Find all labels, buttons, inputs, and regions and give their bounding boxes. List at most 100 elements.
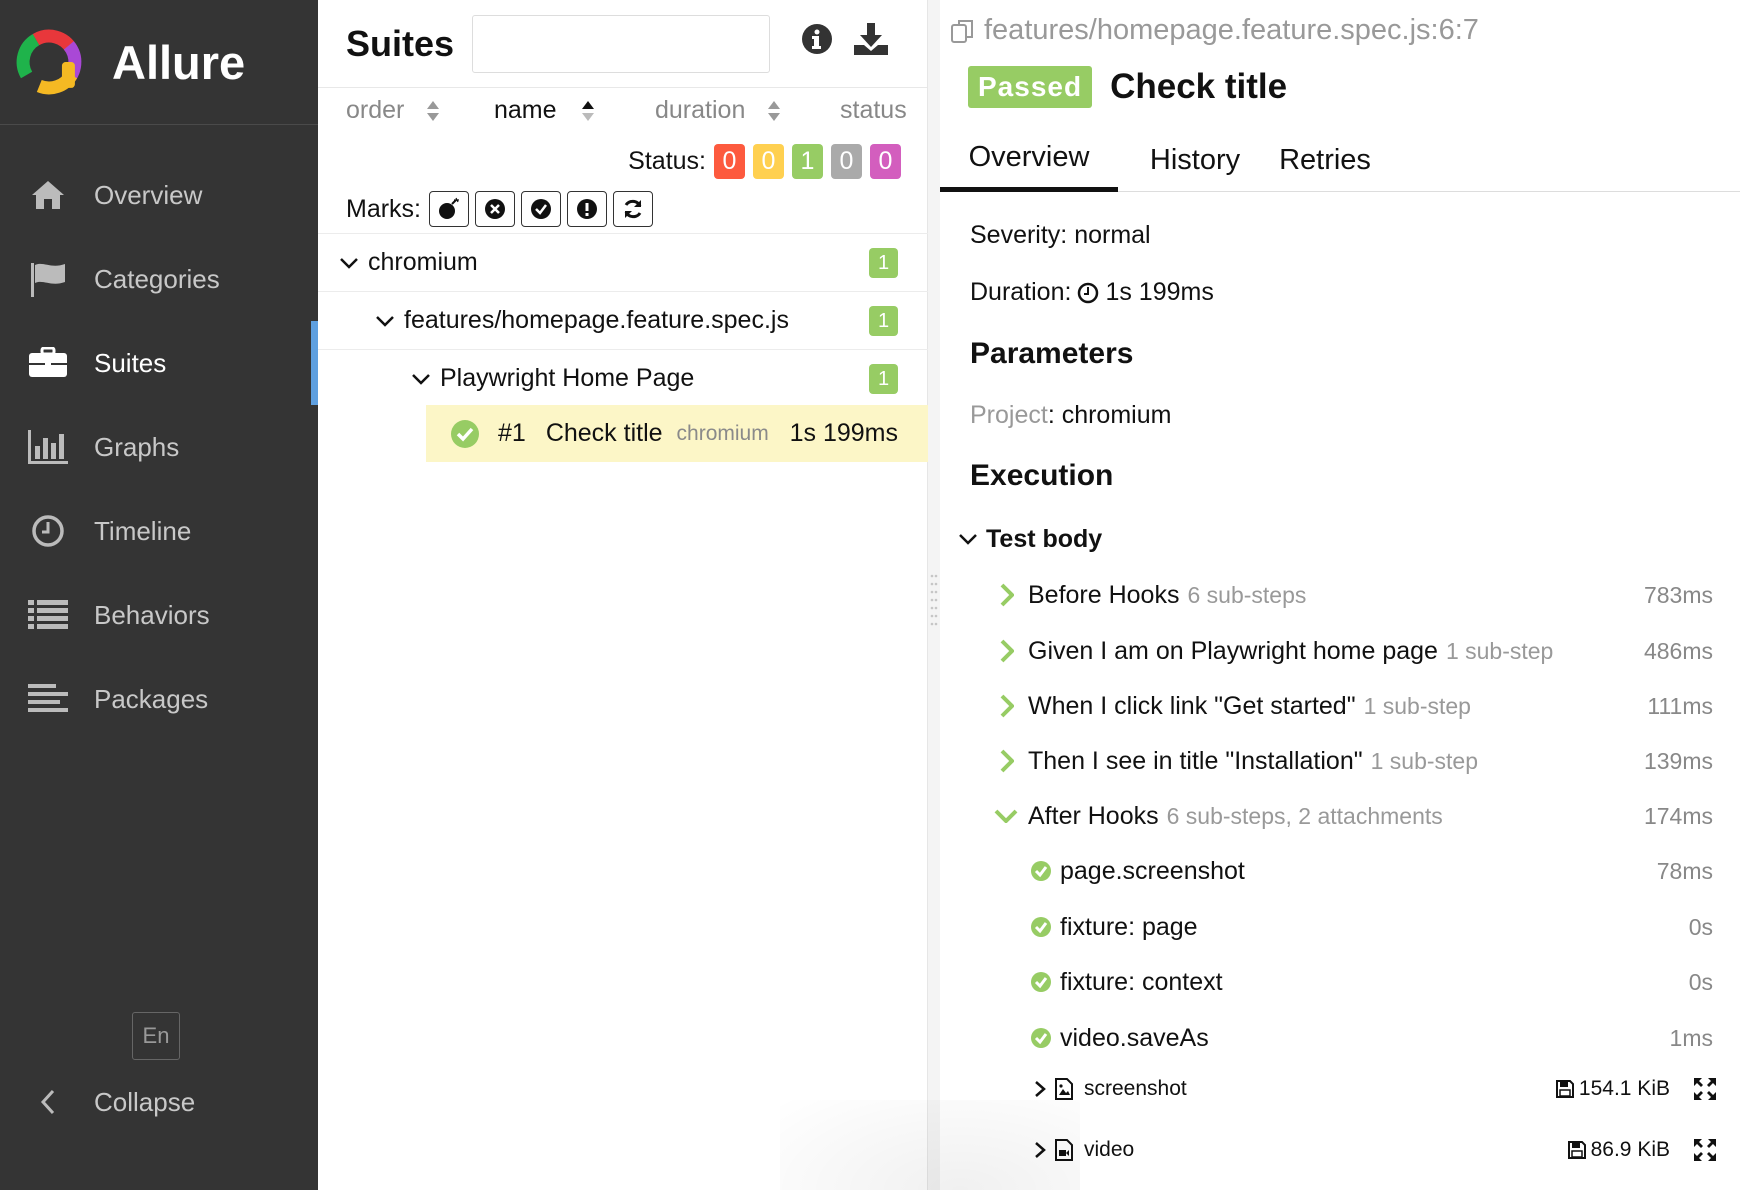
bar-chart-icon (28, 427, 68, 467)
parameter-value: : chromium (1047, 401, 1172, 429)
sidebar-item-timeline[interactable]: Timeline (0, 489, 318, 573)
flag-icon (28, 259, 68, 299)
step-after-hooks[interactable]: After Hooks 6 sub-steps, 2 attachments 1… (940, 794, 1740, 838)
substep-page-screenshot[interactable]: page.screenshot 78ms (940, 849, 1740, 893)
chevron-right-icon (996, 691, 1018, 721)
step-name: Then I see in title "Installation" (1028, 746, 1363, 775)
sidebar-item-categories[interactable]: Categories (0, 237, 318, 321)
sort-status-label: status (840, 96, 907, 124)
sidebar-item-label: Graphs (94, 431, 180, 462)
expand-icon[interactable] (1692, 1137, 1718, 1163)
substep-fixture-page[interactable]: fixture: page 0s (940, 905, 1740, 949)
tab-retries[interactable]: Retries (1266, 128, 1384, 192)
status-failed-toggle[interactable]: 0 (714, 144, 745, 179)
test-case-order: #1 (498, 419, 526, 447)
execution-heading: Execution (970, 459, 1114, 492)
passed-icon (1031, 917, 1051, 937)
list-icon (28, 595, 68, 635)
tree-node-chromium[interactable]: chromium 1 (318, 233, 928, 291)
sort-duration[interactable]: duration (655, 96, 781, 125)
language-button[interactable]: En (132, 1012, 180, 1060)
sidebar-item-packages[interactable]: Packages (0, 657, 318, 741)
status-label: Status: (628, 147, 706, 175)
test-body-toggle[interactable]: Test body (940, 517, 1740, 561)
exclamation-circle-icon[interactable] (567, 191, 607, 227)
status-filter: Status: 0 0 1 0 0 (628, 144, 901, 179)
sort-status[interactable]: status (840, 96, 907, 125)
suites-pane: Suites order name duration status Status… (318, 0, 928, 1190)
attachment-size-value: 86.9 KiB (1590, 1138, 1670, 1161)
tree-node-label: features/homepage.feature.spec.js (404, 306, 789, 334)
test-title-row: Passed Check title (968, 66, 1287, 108)
sort-name[interactable]: name (494, 96, 595, 125)
sidebar-item-behaviors[interactable]: Behaviors (0, 573, 318, 657)
sidebar-item-overview[interactable]: Overview (0, 153, 318, 237)
sidebar-item-label: Behaviors (94, 599, 210, 630)
times-circle-icon[interactable] (475, 191, 515, 227)
tree-node-count: 1 (869, 306, 898, 336)
tree-node-suite[interactable]: Playwright Home Page 1 (318, 349, 928, 407)
test-case-row[interactable]: #1 Check title chromium 1s 199ms (426, 405, 928, 462)
step-before-hooks[interactable]: Before Hooks 6 sub-steps 783ms (940, 573, 1740, 617)
image-file-icon (1055, 1078, 1073, 1100)
test-case-name: Check title (545, 419, 663, 447)
step-name: When I click link "Get started" (1028, 691, 1356, 720)
copy-icon[interactable] (950, 18, 976, 44)
sort-bar: order name duration status (318, 96, 928, 136)
passed-icon (1031, 1028, 1051, 1048)
chevron-right-icon (996, 746, 1018, 776)
chevron-down-icon (372, 308, 398, 334)
check-circle-icon[interactable] (521, 191, 561, 227)
substep-name: fixture: context (1060, 967, 1223, 996)
bomb-icon[interactable] (429, 191, 469, 227)
save-icon (1555, 1080, 1574, 1098)
breadcrumb: features/homepage.feature.spec.js:6:7 (950, 14, 1479, 47)
substep-video-saveas[interactable]: video.saveAs 1ms (940, 1016, 1740, 1060)
test-detail-pane: features/homepage.feature.spec.js:6:7 Pa… (940, 0, 1740, 1190)
step-then[interactable]: Then I see in title "Installation" 1 sub… (940, 739, 1740, 783)
step-name: Before Hooks (1028, 580, 1180, 609)
status-passed-toggle[interactable]: 1 (792, 144, 823, 179)
chevron-right-icon (996, 636, 1018, 666)
chevron-down-icon (994, 801, 1018, 831)
chevron-left-icon (28, 1082, 68, 1122)
sort-name-label: name (494, 96, 557, 124)
status-broken-toggle[interactable]: 0 (753, 144, 784, 179)
collapse-button[interactable]: Collapse (0, 1060, 318, 1144)
refresh-icon[interactable] (613, 191, 653, 227)
sidebar-item-label: Categories (94, 263, 220, 294)
clock-icon (1078, 282, 1099, 303)
sort-order[interactable]: order (346, 96, 440, 125)
search-input[interactable] (472, 14, 771, 73)
parameter-row: Project : chromium (970, 401, 1171, 430)
tab-overview[interactable]: Overview (940, 128, 1118, 192)
expand-icon[interactable] (1692, 1076, 1718, 1102)
tab-history[interactable]: History (1130, 128, 1260, 192)
sidebar-item-graphs[interactable]: Graphs (0, 405, 318, 489)
sidebar-item-label: Timeline (94, 515, 192, 546)
suites-tree: chromium 1 features/homepage.feature.spe… (318, 233, 928, 462)
step-substeps: 1 sub-step (1445, 637, 1554, 664)
status-unknown-toggle[interactable]: 0 (870, 144, 901, 179)
step-substeps: 6 sub-steps (1187, 581, 1307, 608)
sidebar-item-label: Overview (94, 179, 203, 210)
tree-node-label: Playwright Home Page (440, 364, 695, 392)
info-icon[interactable] (796, 18, 838, 60)
tree-node-spec-file[interactable]: features/homepage.feature.spec.js 1 (318, 291, 928, 349)
allure-logo-icon (16, 29, 82, 95)
substep-name: video.saveAs (1060, 1023, 1209, 1052)
duration-row: Duration: 1s 199ms (970, 278, 1214, 307)
step-given[interactable]: Given I am on Playwright home page 1 sub… (940, 629, 1740, 673)
step-substeps: 1 sub-step (1370, 747, 1479, 774)
substep-name: fixture: page (1060, 912, 1198, 941)
sidebar-item-suites[interactable]: Suites (0, 321, 318, 405)
download-icon[interactable] (850, 18, 892, 60)
status-skipped-toggle[interactable]: 0 (831, 144, 862, 179)
brand[interactable]: Allure (0, 0, 318, 125)
substep-fixture-context[interactable]: fixture: context 0s (940, 960, 1740, 1004)
parameter-key: Project (970, 401, 1048, 429)
substep-duration: 1ms (1669, 1024, 1713, 1051)
drag-handle-icon[interactable] (929, 572, 939, 628)
step-when[interactable]: When I click link "Get started" 1 sub-st… (940, 684, 1740, 728)
sort-icon (768, 100, 781, 121)
